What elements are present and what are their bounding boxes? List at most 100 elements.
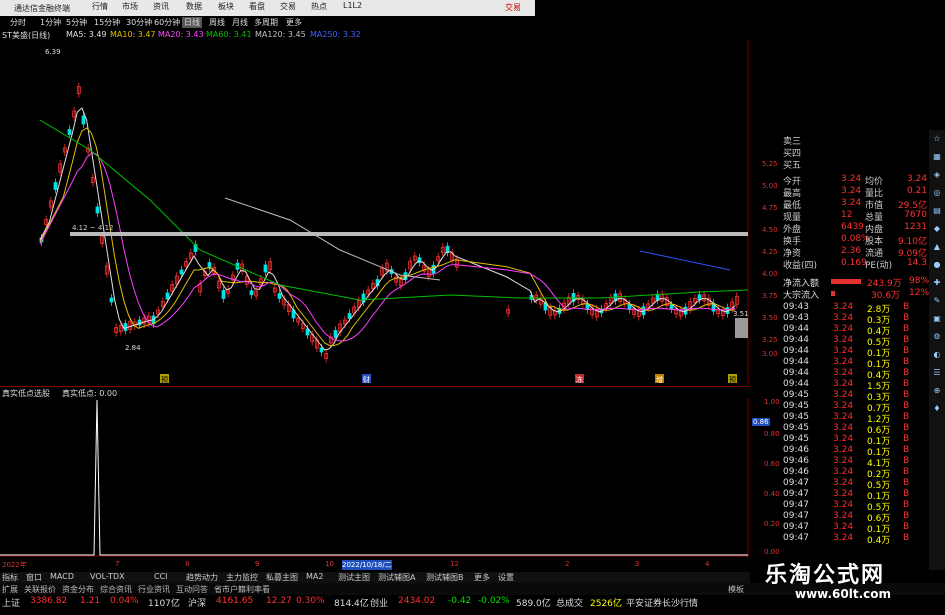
menu-bankuai-top[interactable]: 板块 — [218, 1, 234, 12]
tool-icon[interactable]: ▦ — [931, 152, 943, 164]
indicator-tab[interactable]: 主力监控 — [226, 572, 258, 583]
axis-tick: 3.25 — [762, 336, 778, 344]
sub-axis-tick: 0.60 — [764, 460, 780, 468]
tool-icon[interactable]: ◐ — [931, 350, 943, 362]
extension-tab[interactable]: 模板 — [728, 584, 744, 595]
tool-icon[interactable]: ◎ — [931, 188, 943, 200]
menu-shichang-top[interactable]: 市场 — [122, 1, 138, 12]
inflow-row: 净流入额 243.9万 98% — [781, 276, 929, 289]
period-60min[interactable]: 60分钟 — [152, 17, 182, 28]
period-15min[interactable]: 15分钟 — [92, 17, 122, 28]
watermark: 乐淘公式网 www.60lt.com — [765, 555, 945, 615]
tick-row: 09:44 3.24 1.5万 B — [781, 379, 927, 392]
stat-label: PE(动) — [865, 261, 893, 271]
tick-side: B — [903, 302, 910, 312]
stat-row: 最高 3.24 量比 0.21 — [781, 186, 927, 199]
indicator-tab[interactable]: 测试辅图B — [426, 572, 464, 583]
tick-row: 09:47 3.24 0.6万 B — [781, 511, 927, 524]
period-multi[interactable]: 多周期 — [252, 17, 280, 28]
tick-row: 09:46 3.24 4.1万 B — [781, 456, 927, 469]
tool-icon[interactable]: ☰ — [931, 368, 943, 380]
tool-icon[interactable]: ♦ — [931, 404, 943, 416]
indicator-tab[interactable]: 私募主图 — [266, 572, 298, 583]
tick-side: B — [903, 412, 910, 422]
tick-price: 3.24 — [833, 478, 854, 488]
watermark-title: 乐淘公式网 — [765, 563, 886, 588]
indicator-tab[interactable]: 窗口 — [26, 572, 42, 583]
menu-zixun-top[interactable]: 资讯 — [153, 1, 169, 12]
period-30min[interactable]: 30分钟 — [124, 17, 154, 28]
tick-row: 09:44 3.24 0.4万 B — [781, 368, 927, 381]
tick-time: 09:47 — [783, 489, 809, 499]
tool-icon[interactable]: ▤ — [931, 206, 943, 218]
index-name[interactable]: 上证 — [2, 596, 20, 609]
bulk-label: 大宗流入 — [783, 291, 820, 301]
tool-icon[interactable]: ▣ — [931, 314, 943, 326]
extension-tab[interactable]: 资金分布 — [62, 584, 94, 595]
tool-icon[interactable]: ⊕ — [931, 386, 943, 398]
indicator-tab[interactable]: 测试辅图A — [378, 572, 415, 583]
stat-value: 1231 — [904, 222, 927, 232]
period-monthly[interactable]: 月线 — [230, 17, 250, 28]
indicator-tab[interactable]: VOL-TDX — [90, 572, 125, 581]
ma120-label: MA120: 3.45 — [255, 30, 306, 39]
indicator-tab[interactable]: CCI — [154, 572, 168, 581]
index-val: 4161.65 — [216, 596, 254, 606]
tick-side: B — [903, 423, 910, 433]
stat-value: 2.36 — [841, 246, 862, 256]
tick-time: 09:45 — [783, 423, 809, 433]
bulk-pct: 12% — [909, 288, 930, 298]
menu-redian-top[interactable]: 热点 — [311, 1, 327, 12]
period-5min[interactable]: 5分钟 — [64, 17, 89, 28]
stat-value: 3.24 — [841, 186, 862, 196]
menu-shuju-top[interactable]: 数据 — [186, 1, 202, 12]
indicator-tab[interactable]: 测试主图 — [338, 572, 370, 583]
tool-icon[interactable]: ✚ — [931, 278, 943, 290]
inflow-bar — [831, 279, 861, 284]
period-1min[interactable]: 1分钟 — [38, 17, 63, 28]
tick-price: 3.24 — [833, 379, 854, 389]
indicator-tab[interactable]: 趋势动力 — [186, 572, 218, 583]
extension-tab[interactable]: 综合资讯 — [100, 584, 132, 595]
tool-icon[interactable]: ◆ — [931, 224, 943, 236]
tick-row: 09:47 3.24 0.1万 B — [781, 489, 927, 502]
bulk-bar — [831, 291, 835, 296]
tick-time: 09:44 — [783, 346, 809, 356]
tool-icon[interactable]: ☆ — [931, 134, 943, 146]
indicator-tab[interactable]: 设置 — [498, 572, 514, 583]
indicator-tab[interactable]: MACD — [50, 572, 74, 581]
period-fenshi[interactable]: 分时 — [8, 17, 28, 28]
tool-icon[interactable]: ◈ — [931, 170, 943, 182]
extension-tab[interactable]: 扩展 — [2, 584, 18, 595]
tick-time: 09:44 — [783, 357, 809, 367]
indicator-tab[interactable]: 更多 — [474, 572, 490, 583]
indicator-chart[interactable] — [0, 398, 750, 558]
menu-kanpan-top[interactable]: 看盘 — [249, 1, 265, 12]
tick-time: 09:47 — [783, 500, 809, 510]
tick-row: 09:45 3.24 0.6万 B — [781, 423, 927, 436]
tool-icon[interactable]: ✎ — [931, 296, 943, 308]
tool-icon[interactable]: ▲ — [931, 242, 943, 254]
extension-tab[interactable]: 省市户籍利率看 — [214, 584, 270, 595]
high-label: 6.39 — [45, 48, 61, 56]
extension-tab[interactable]: 关联报价 — [24, 584, 56, 595]
tool-icon[interactable]: ⚙ — [931, 332, 943, 344]
menu-jiaoyi-top[interactable]: 交易 — [280, 1, 296, 12]
divider — [0, 386, 750, 387]
period-daily[interactable]: 日线 — [182, 17, 202, 28]
axis-tick: 3.75 — [762, 292, 778, 300]
tool-icon[interactable]: ● — [931, 260, 943, 272]
menu-l1l2-top[interactable]: L1L2 — [343, 1, 362, 10]
indicator-tab[interactable]: MA2 — [306, 572, 323, 581]
extension-tab[interactable]: 互动问答 — [176, 584, 208, 595]
menu-hangqing-top[interactable]: 行情 — [92, 1, 108, 12]
indicator-tab[interactable]: 指标 — [2, 572, 18, 583]
period-weekly[interactable]: 周线 — [207, 17, 227, 28]
index-name[interactable]: 沪深 — [188, 596, 206, 609]
kline-chart[interactable]: 4.12 ~ 4.12 6.39 2.84 3.51 预 财 冻 增 预 — [0, 40, 750, 385]
ma60-label: MA60: 3.41 — [206, 30, 252, 39]
index-name[interactable]: 创业 — [370, 596, 388, 609]
period-more[interactable]: 更多 — [284, 17, 304, 28]
ma120-line — [224, 197, 441, 281]
extension-tab[interactable]: 行业资讯 — [138, 584, 170, 595]
